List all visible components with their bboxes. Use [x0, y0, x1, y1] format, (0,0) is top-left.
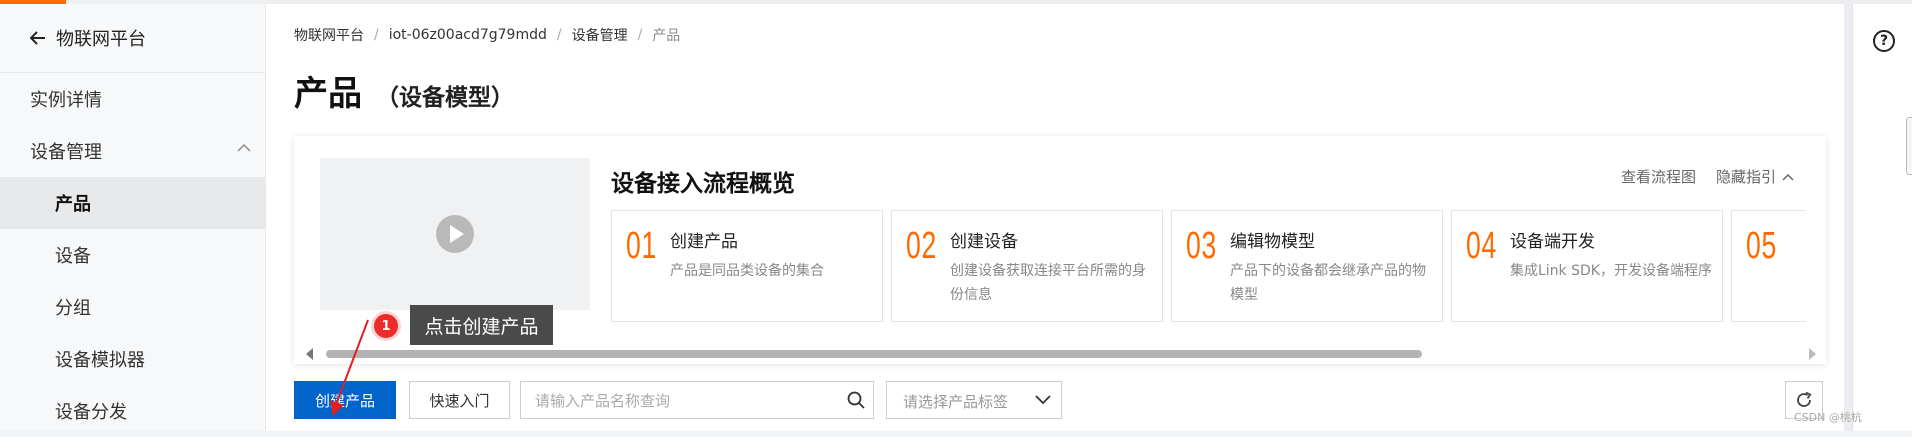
watermark: CSDN @桃杭	[1794, 411, 1862, 424]
guide-title: 设备接入流程概览	[611, 171, 795, 197]
step-number: 02	[906, 225, 937, 267]
breadcrumb-separator: /	[556, 27, 562, 43]
sidebar-item-devices[interactable]: 设备	[0, 229, 265, 281]
panel-handle[interactable]	[1906, 117, 1912, 175]
sidebar-item-label: 设备分发	[55, 402, 127, 423]
horizontal-scrollbar[interactable]	[326, 350, 1422, 358]
breadcrumb: 物联网平台 / iot-06z00acd7g79mdd / 设备管理 / 产品	[294, 25, 680, 45]
right-panel: ?	[1852, 4, 1912, 431]
step-description: 集成Link SDK，开发设备端程序	[1510, 263, 1712, 279]
step-card-edit-thing-model[interactable]: 03 编辑物模型 产品下的设备都会继承产品的物模型	[1171, 210, 1443, 322]
sidebar-item-groups[interactable]: 分组	[0, 281, 265, 333]
page-title-text: 产品	[294, 74, 362, 114]
page-subtitle-text: （设备模型）	[376, 85, 514, 111]
sidebar-item-label: 设备模拟器	[55, 350, 145, 371]
sidebar-back-label: 物联网平台	[56, 29, 146, 50]
breadcrumb-item-device-management[interactable]: 设备管理	[572, 25, 628, 45]
guide-video[interactable]	[320, 158, 590, 310]
view-flowchart-link[interactable]: 查看流程图	[1621, 166, 1696, 187]
sidebar: 物联网平台 实例详情 设备管理 产品 设备 分组 设备模拟器 设备分发	[0, 4, 266, 431]
step-description: 产品是同品类设备的集合	[670, 263, 824, 279]
hide-guide-link[interactable]: 隐藏指引	[1716, 166, 1776, 187]
sidebar-item-device-management[interactable]: 设备管理	[0, 125, 265, 177]
step-description: 创建设备获取连接平台所需的身份信息	[950, 263, 1146, 303]
page-title: 产品 （设备模型）	[294, 66, 514, 115]
step-name: 设备端开发	[1510, 232, 1595, 252]
annotation-step-badge: 1	[374, 314, 398, 338]
product-search	[520, 381, 874, 419]
breadcrumb-separator: /	[374, 27, 379, 43]
step-card-5[interactable]: 05	[1731, 210, 1806, 322]
select-placeholder: 请选择产品标签	[903, 393, 1009, 411]
scroll-right-icon[interactable]	[1808, 348, 1816, 360]
sidebar-item-label: 设备	[55, 246, 91, 267]
step-name: 创建设备	[950, 232, 1018, 252]
breadcrumb-item-current: 产品	[652, 28, 681, 44]
step-number: 03	[1186, 225, 1217, 267]
step-description: 产品下的设备都会继承产品的物模型	[1230, 263, 1426, 303]
step-card-create-product[interactable]: 01 创建产品 产品是同品类设备的集合	[611, 210, 883, 322]
refresh-icon	[1797, 391, 1812, 407]
step-card-create-device[interactable]: 02 创建设备 创建设备获取连接平台所需的身份信息	[891, 210, 1163, 322]
breadcrumb-item-iot-platform[interactable]: 物联网平台	[294, 25, 364, 45]
search-icon[interactable]	[847, 391, 865, 409]
play-icon[interactable]	[435, 214, 475, 254]
sidebar-item-device-simulator[interactable]: 设备模拟器	[0, 333, 265, 385]
sidebar-item-device-distribution[interactable]: 设备分发	[0, 385, 265, 437]
product-tag-select[interactable]: 请选择产品标签	[886, 381, 1062, 419]
chevron-up-icon[interactable]	[1782, 173, 1794, 181]
quick-start-button[interactable]: 快速入门	[409, 381, 510, 419]
step-card-device-development[interactable]: 04 设备端开发 集成Link SDK，开发设备端程序	[1451, 210, 1723, 322]
step-number: 05	[1746, 225, 1777, 267]
sidebar-item-label: 分组	[55, 298, 91, 319]
step-number: 01	[626, 225, 657, 267]
breadcrumb-item-instance[interactable]: iot-06z00acd7g79mdd	[389, 27, 547, 43]
sidebar-item-label: 设备管理	[30, 142, 102, 163]
sidebar-item-label: 实例详情	[30, 90, 102, 111]
step-name: 编辑物模型	[1230, 232, 1315, 252]
sidebar-back-link[interactable]: 物联网平台	[0, 4, 265, 73]
sidebar-item-instance-details[interactable]: 实例详情	[0, 73, 265, 125]
guide-links: 查看流程图 隐藏指引	[1621, 166, 1794, 187]
sidebar-item-label: 产品	[55, 194, 91, 215]
guide-steps: 01 创建产品 产品是同品类设备的集合 02 创建设备 创建设备获取连接平台所需…	[611, 210, 1806, 324]
annotation-tooltip: 点击创建产品	[410, 305, 553, 345]
annotation-arrow	[330, 319, 369, 416]
scroll-left-icon[interactable]	[306, 348, 314, 360]
step-number: 04	[1466, 225, 1497, 267]
step-name: 创建产品	[670, 232, 738, 252]
help-icon[interactable]: ?	[1873, 30, 1895, 52]
arrow-left-icon	[30, 31, 45, 45]
sidebar-item-products[interactable]: 产品	[0, 177, 265, 229]
breadcrumb-separator: /	[637, 27, 643, 43]
main-content: 物联网平台 / iot-06z00acd7g79mdd / 设备管理 / 产品 …	[266, 4, 1844, 431]
chevron-up-icon	[237, 143, 251, 152]
right-scroll-strip	[1844, 0, 1852, 431]
chevron-down-icon	[1035, 395, 1051, 405]
search-input[interactable]	[533, 390, 837, 412]
